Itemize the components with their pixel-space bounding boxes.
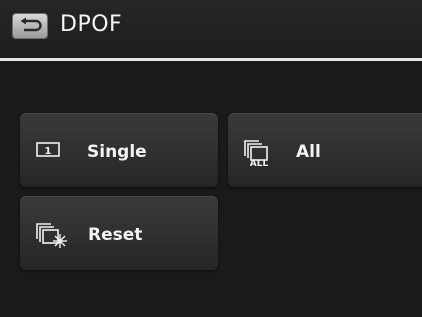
svg-text:ALL: ALL: [250, 159, 269, 168]
header-divider: [0, 58, 422, 61]
reset-button[interactable]: Reset: [20, 196, 218, 270]
return-arrow-icon: [20, 17, 42, 32]
reset-label: Reset: [88, 225, 143, 245]
svg-text:1: 1: [45, 146, 52, 157]
back-button[interactable]: [12, 13, 48, 39]
single-frame-1-icon: 1: [35, 138, 65, 164]
single-label: Single: [87, 142, 147, 162]
all-label: All: [296, 142, 321, 162]
header-bar: DPOF: [0, 0, 422, 61]
all-button[interactable]: ALL All: [228, 113, 422, 187]
reset-stack-sparkle-icon: [35, 221, 71, 255]
all-images-stack-icon: ALL: [243, 138, 277, 172]
single-button[interactable]: 1 Single: [20, 113, 218, 187]
page-title: DPOF: [60, 12, 123, 37]
